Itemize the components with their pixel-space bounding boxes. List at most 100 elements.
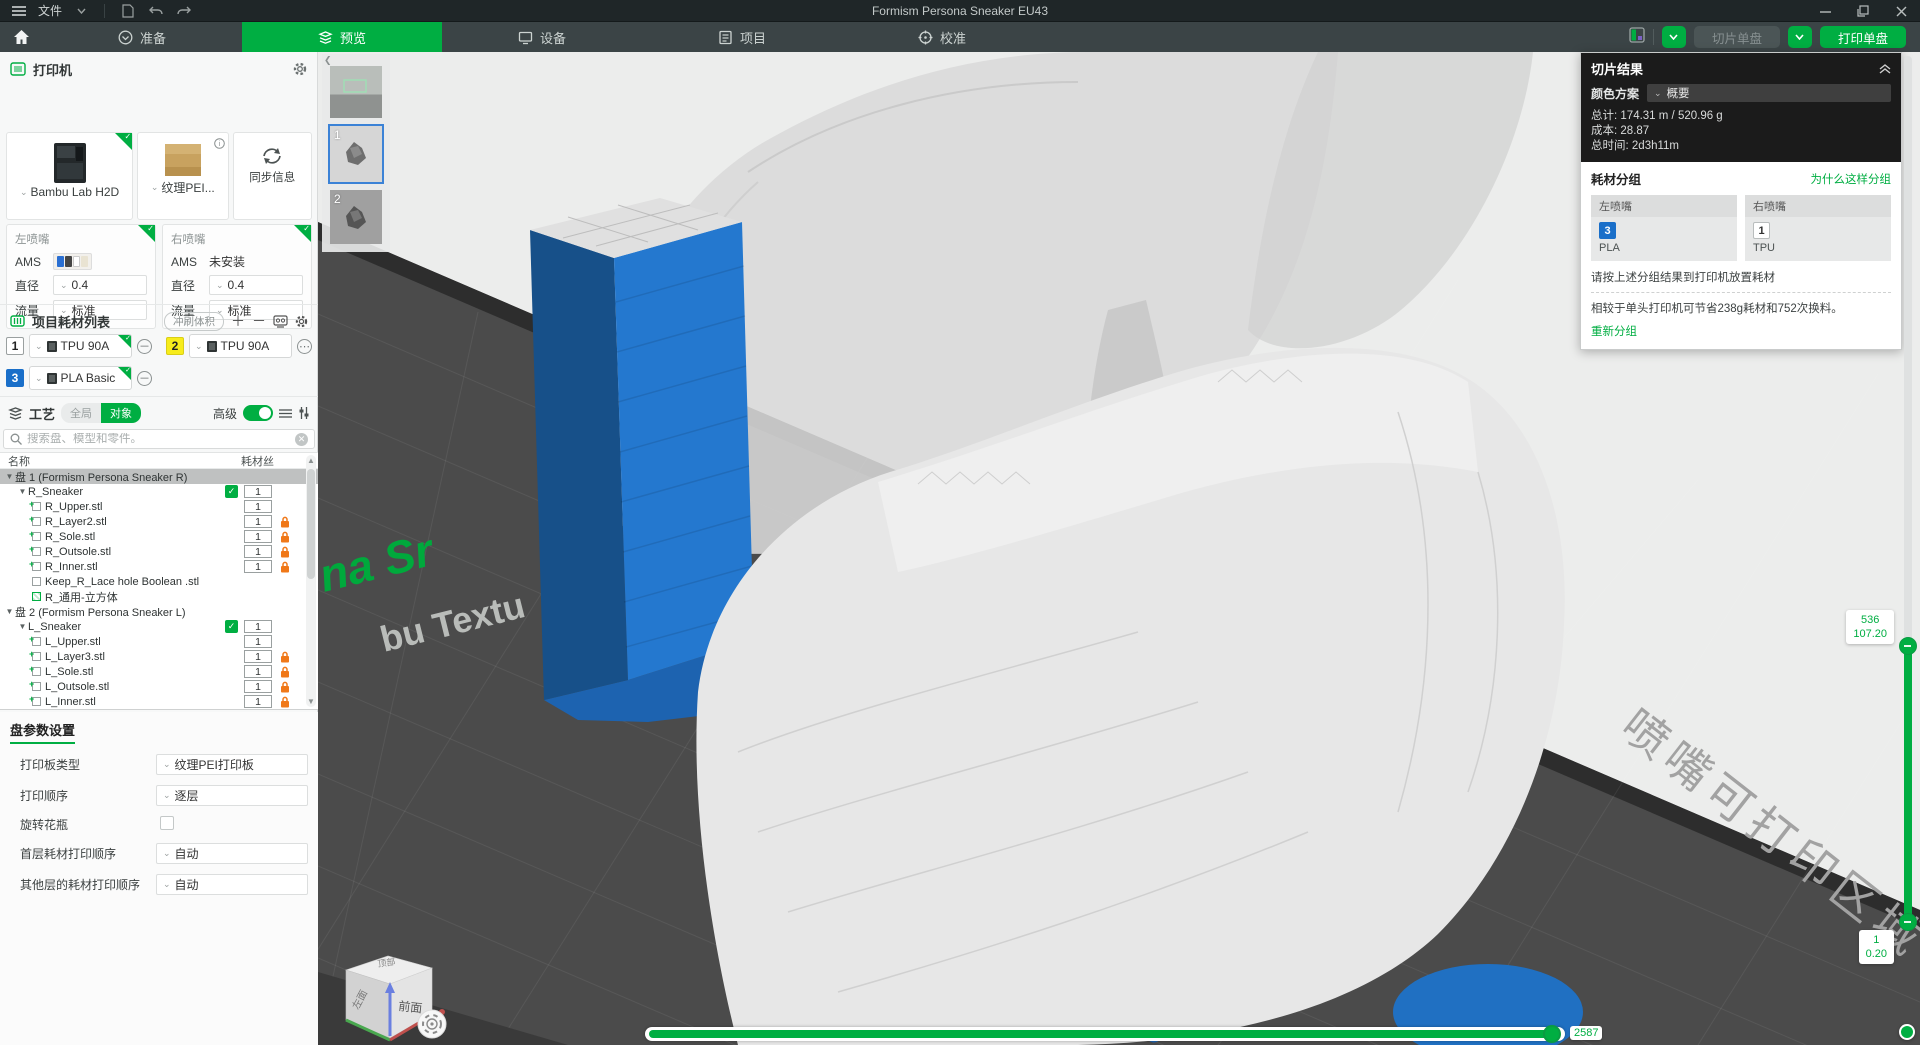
layer-slider-top-handle[interactable] [1899,637,1917,655]
tree-filament-value[interactable]: 1 [244,560,272,573]
print-dropdown-button[interactable] [1787,26,1812,48]
filament-2-select[interactable]: ⌄ TPU 90A [189,334,292,358]
view-orbit-button[interactable] [417,1009,447,1039]
process-object-tab[interactable]: 对象 [101,403,142,423]
setting-select[interactable]: ⌄ 自动 [156,843,308,864]
tree-filament-value[interactable]: 1 [244,620,272,633]
right-diameter-select[interactable]: ⌄ 0.4 [209,275,303,295]
tree-row[interactable]: + R_Layer2.stl 1 [0,514,318,529]
tree-item-checkbox[interactable]: ✓ [225,620,238,633]
tree-filament-value[interactable]: 1 [244,635,272,648]
printer-select-card[interactable]: ⌄Bambu Lab H2D [6,132,134,220]
thumbnail-plate-1[interactable]: 1 [328,124,384,184]
tree-expand-icon[interactable]: ▼ [17,622,28,631]
new-file-icon[interactable] [119,2,137,20]
filament-3-remove-button[interactable]: － [137,370,152,386]
tree-item-checkbox[interactable]: ✓ [225,485,238,498]
tree-filament-value[interactable]: 1 [244,695,272,708]
tree-row[interactable]: ▼ R_Sneaker ✓ 1 [0,484,318,499]
advanced-toggle[interactable] [243,405,273,421]
minimize-button[interactable] [1816,2,1834,20]
tree-row[interactable]: + L_Outsole.stl 1 [0,679,318,694]
layer-slider-bottom-handle[interactable] [1899,913,1917,931]
undo-icon[interactable] [147,2,165,20]
filament-2-remove-button[interactable]: ⋯ [297,338,312,354]
ams-slots[interactable] [53,253,92,270]
slice-plate-button[interactable]: 切片单盘 [1693,26,1780,48]
plate-layout-icon[interactable] [1629,26,1645,48]
add-filament-button[interactable]: ＋ [231,311,245,331]
tree-filament-value[interactable]: 1 [244,545,272,558]
hamburger-menu-icon[interactable] [10,2,28,20]
slice-dropdown-button[interactable] [1661,26,1686,48]
filament-1-remove-button[interactable]: － [137,338,152,354]
left-diameter-select[interactable]: ⌄ 0.4 [53,275,147,295]
tree-row[interactable]: + L_Upper.stl 1 [0,634,318,649]
tree-row[interactable]: + L_Layer3.stl 1 [0,649,318,664]
setting-select[interactable]: ⌄ 纹理PEI打印板 [156,754,308,775]
tree-row[interactable]: ▼ 盘 2 (Formism Persona Sneaker L) [0,604,318,619]
tree-row[interactable]: ▼ L_Sneaker ✓ 1 [0,619,318,634]
step-slider-handle[interactable] [1543,1025,1561,1043]
tab-prepare[interactable]: 准备 [42,22,242,52]
process-global-tab[interactable]: 全局 [61,403,102,423]
file-menu[interactable]: 文件 [38,2,62,19]
tree-filament-value[interactable]: 1 [244,485,272,498]
filament-1-select[interactable]: ⌄ TPU 90A [29,334,132,358]
plate-info-icon[interactable]: i [213,138,225,149]
tree-filament-value[interactable]: 1 [244,530,272,543]
tree-row[interactable]: + R_Outsole.stl 1 [0,544,318,559]
tree-row[interactable]: + R_Upper.stl 1 [0,499,318,514]
tree-row[interactable]: + L_Inner.stl 1 [0,694,318,709]
tree-filament-value[interactable]: 1 [244,665,272,678]
tree-filament-value[interactable]: 1 [244,515,272,528]
printer-settings-gear-icon[interactable] [293,62,307,76]
thumbnail-plate-2[interactable]: 2 [330,190,382,244]
tree-filament-value[interactable]: 1 [244,650,272,663]
close-button[interactable] [1892,2,1910,20]
plate-settings-title[interactable]: 盘参数设置 [10,720,76,744]
search-clear-icon[interactable]: ✕ [295,432,308,446]
tab-project[interactable]: 项目 [642,22,842,52]
maximize-button[interactable] [1854,2,1872,20]
filament-3-select[interactable]: ⌄ PLA Basic [29,366,132,390]
regroup-link[interactable]: 重新分组 [1591,326,1637,338]
tree-row[interactable]: Keep_R_Lace hole Boolean .stl [0,574,318,589]
tree-expand-icon[interactable]: ▼ [4,472,15,481]
tree-row[interactable]: + R_Sole.stl 1 [0,529,318,544]
thumbnail-all-plates[interactable] [330,66,382,118]
filament-settings-gear-icon[interactable] [295,315,308,328]
remove-filament-button[interactable]: － [252,311,266,331]
tree-expand-icon[interactable]: ▼ [17,487,28,496]
why-grouping-link[interactable]: 为什么这样分组 [1811,171,1892,187]
sync-info-button[interactable]: 同步信息 [232,132,312,220]
tree-expand-icon[interactable]: ▼ [4,607,15,616]
print-plate-button[interactable]: 打印单盘 [1819,26,1906,48]
tree-filament-value[interactable]: 1 [244,680,272,693]
tree-row[interactable]: + L_Sole.stl 1 [0,664,318,679]
file-menu-chevron-icon[interactable] [72,2,90,20]
thumbs-collapse-icon[interactable]: ❮ [324,55,332,66]
color-scheme-select[interactable]: ⌄ 概要 [1647,84,1891,102]
collapse-panel-icon[interactable] [1879,63,1891,74]
setting-select[interactable]: ⌄ 自动 [156,874,308,895]
tree-row[interactable]: + R_Inner.stl 1 [0,559,318,574]
tree-scrollbar[interactable]: ▲ ▼ [306,455,316,707]
tab-calibration[interactable]: 校准 [842,22,1042,52]
setting-checkbox[interactable] [160,816,174,830]
ams-sync-icon[interactable] [273,314,288,328]
plate-select-card[interactable]: i ⌄ 纹理PEI... [137,132,229,220]
step-slider[interactable]: 2587 [645,1025,1603,1043]
tree-filament-value[interactable]: 1 [244,500,272,513]
slider-end-button[interactable] [1899,1024,1915,1040]
param-list-icon[interactable] [279,408,292,419]
redo-icon[interactable] [175,2,193,20]
tune-icon[interactable] [298,407,310,419]
home-button[interactable] [0,22,42,52]
flush-volume-button[interactable]: 冲刷体积 [164,311,224,331]
setting-select[interactable]: ⌄ 逐层 [156,785,308,806]
tab-preview[interactable]: 预览 [242,22,442,52]
search-input[interactable] [27,433,290,445]
tab-device[interactable]: 设备 [442,22,642,52]
tree-row[interactable]: R_通用-立方体 [0,589,318,604]
